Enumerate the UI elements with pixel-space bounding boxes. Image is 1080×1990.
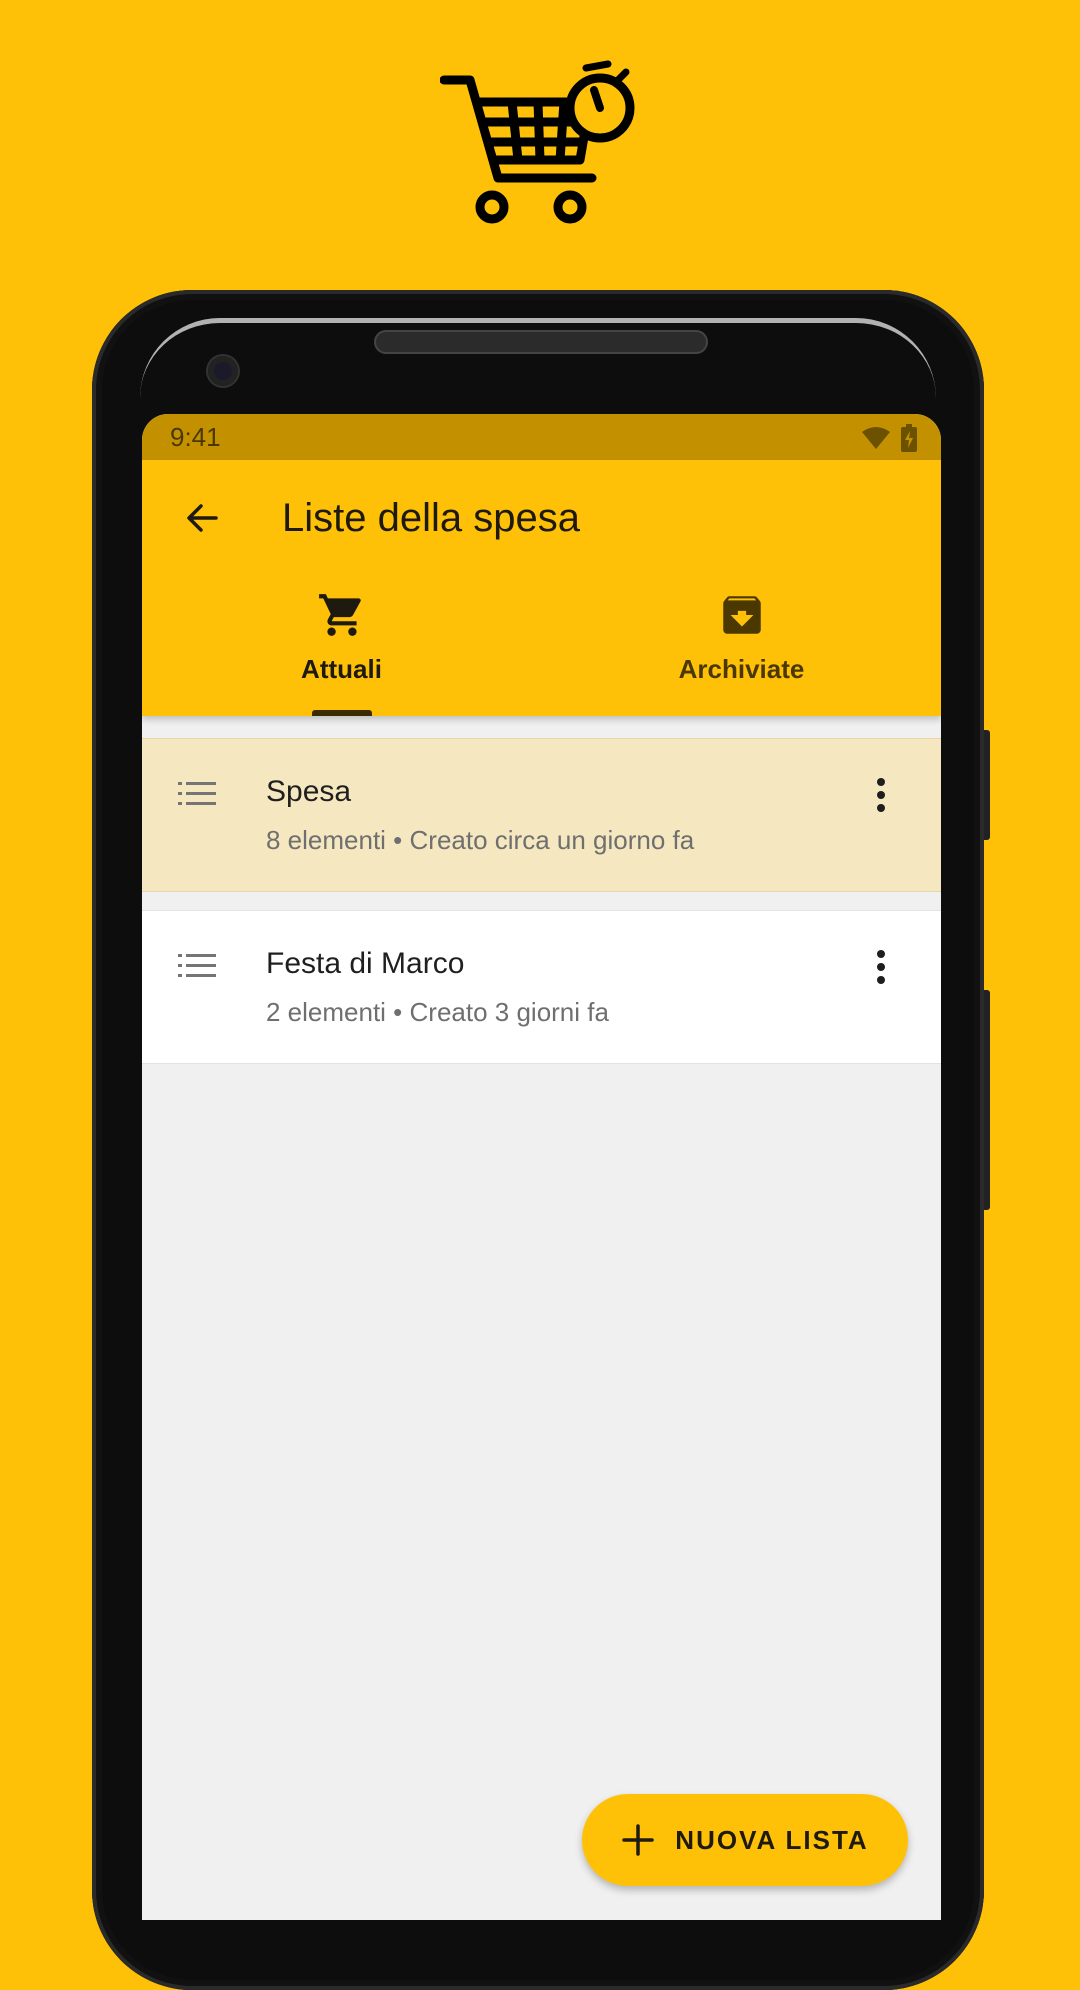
app-screen: 9:41 Liste della spesa Attuali Archiviat… [142,414,941,1920]
page-title: Liste della spesa [282,496,580,540]
list-icon [178,782,216,805]
tab-archiviate[interactable]: Archiviate [542,590,941,716]
list-item-title: Spesa [266,775,352,808]
phone-camera [208,356,238,386]
archive-icon [722,596,761,634]
more-options-button[interactable] [861,947,901,987]
arrow-back-icon [187,504,218,532]
list-item-title: Festa di Marco [266,947,465,980]
status-bar: 9:41 [142,414,941,460]
tab-label: Attuali [301,654,382,684]
plus-icon [622,1824,655,1856]
list-item-subtitle: 8 elementi • Creato circa un giorno fa [266,825,695,855]
app-bar: Liste della spesa Attuali Archiviate [142,460,941,716]
shopping-cart-timer-icon [440,60,635,224]
phone-volume-button [984,990,990,1210]
phone-power-button [984,730,990,840]
phone-speaker [374,330,708,354]
tab-attuali[interactable]: Attuali [142,590,541,716]
more-options-button[interactable] [861,775,901,815]
back-button[interactable] [172,488,232,548]
more-vert-icon [877,950,885,984]
list-item[interactable]: Spesa 8 elementi • Creato circa un giorn… [142,738,941,892]
list-icon [178,954,216,977]
tab-label: Archiviate [678,654,805,684]
new-list-button[interactable]: NUOVA LISTA [582,1794,908,1886]
more-vert-icon [877,778,885,812]
list-item[interactable]: Festa di Marco 2 elementi • Creato 3 gio… [142,910,941,1064]
wifi-icon [862,427,890,449]
shopping-cart-icon [318,594,361,636]
new-list-label: NUOVA LISTA [675,1824,869,1855]
tab-indicator [312,710,372,716]
list-item-subtitle: 2 elementi • Creato 3 giorni fa [266,997,609,1027]
status-icons [861,424,917,452]
battery-charging-icon [901,424,917,452]
shopping-lists: Spesa 8 elementi • Creato circa un giorn… [142,738,941,1082]
status-time: 9:41 [170,422,221,452]
